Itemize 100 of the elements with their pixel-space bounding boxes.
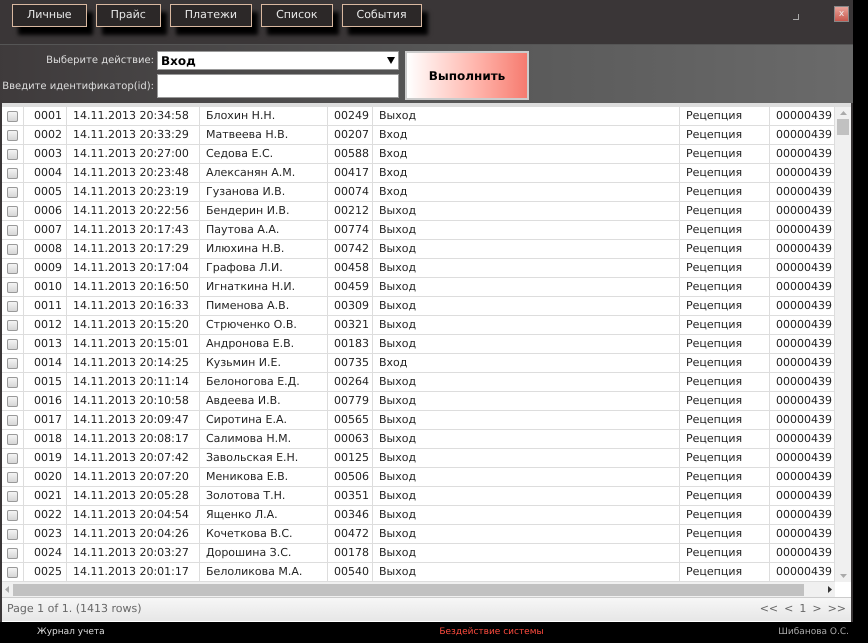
id-cell-text: 00000439 xyxy=(776,164,832,181)
id-cell-text: 00000439 xyxy=(776,316,832,333)
row-number-cell-text: 0006 xyxy=(34,202,62,219)
tab-button[interactable]: Платежи xyxy=(170,4,252,27)
tab-button[interactable]: Личные xyxy=(12,4,87,27)
row-checkbox[interactable] xyxy=(7,490,18,502)
location-cell-text: Рецепция xyxy=(686,222,742,238)
scroll-left-icon xyxy=(5,586,9,593)
row-checkbox[interactable] xyxy=(7,566,18,578)
row-number-cell-text: 0015 xyxy=(34,374,62,390)
row-checkbox[interactable] xyxy=(7,224,18,236)
row-checkbox[interactable] xyxy=(7,358,18,368)
action-cell-text: Вход xyxy=(379,146,408,162)
action-label: Выберите действие: xyxy=(45,54,154,68)
datetime-cell-text: 14.11.2013 20:23:48 xyxy=(73,164,189,181)
row-checkbox[interactable] xyxy=(7,130,18,140)
row-checkbox[interactable] xyxy=(7,472,18,482)
name-cell-text: Андронова Е.В. xyxy=(206,336,294,352)
datetime-cell-text: 14.11.2013 20:15:01 xyxy=(73,336,189,352)
row-number-cell-text: 0025 xyxy=(34,564,62,580)
row-checkbox[interactable] xyxy=(7,168,18,178)
tab-button[interactable]: События xyxy=(342,4,422,27)
id-cell-text: 00000439 xyxy=(776,240,832,257)
action-cell-text: Выход xyxy=(379,260,416,276)
dropdown-arrow-icon xyxy=(387,57,395,64)
code-cell-text: 00125 xyxy=(334,450,369,466)
row-checkbox[interactable] xyxy=(7,206,18,216)
resize-icon[interactable] xyxy=(793,14,799,20)
row-checkbox[interactable] xyxy=(7,186,18,198)
first-page-link[interactable]: << xyxy=(760,601,778,618)
row-number-cell-text: 0017 xyxy=(34,412,62,428)
scroll-down-icon xyxy=(840,574,846,578)
row-checkbox[interactable] xyxy=(7,338,18,350)
datetime-cell-text: 14.11.2013 20:09:47 xyxy=(73,412,189,428)
id-cell-text: 00000439 xyxy=(776,108,832,124)
row-checkbox[interactable] xyxy=(7,244,18,254)
row-checkbox[interactable] xyxy=(7,110,18,122)
row-checkbox[interactable] xyxy=(7,148,18,160)
row-checkbox[interactable] xyxy=(7,548,18,558)
datetime-cell-text: 14.11.2013 20:11:14 xyxy=(73,374,189,390)
row-checkbox[interactable] xyxy=(7,510,18,520)
row-checkbox[interactable] xyxy=(7,320,18,330)
id-cell-text: 00000439 xyxy=(776,222,832,238)
code-cell-text: 00264 xyxy=(334,374,369,390)
row-checkbox[interactable] xyxy=(7,376,18,388)
row-checkbox[interactable] xyxy=(7,414,18,426)
row-checkbox[interactable] xyxy=(7,396,18,406)
action-cell-text: Выход xyxy=(379,526,416,542)
row-checkbox[interactable] xyxy=(7,300,18,312)
row-checkbox[interactable] xyxy=(7,528,18,540)
horizontal-scrollbar[interactable] xyxy=(2,582,835,597)
code-cell-text: 00063 xyxy=(334,430,369,447)
name-cell-text: Кузьмин И.Е. xyxy=(206,354,281,371)
id-input-field[interactable] xyxy=(157,74,399,98)
next-page-link[interactable]: > xyxy=(812,601,822,618)
code-cell-text: 00779 xyxy=(334,392,369,409)
last-page-link[interactable]: >> xyxy=(828,601,846,618)
id-cell-text: 00000439 xyxy=(776,392,832,409)
location-cell-text: Рецепция xyxy=(686,430,742,447)
name-cell-text: Сиротина Е.А. xyxy=(206,412,287,428)
location-cell-text: Рецепция xyxy=(686,184,742,200)
tab-button[interactable]: Прайс xyxy=(96,4,161,27)
location-cell-text: Рецепция xyxy=(686,354,742,371)
row-number-cell-text: 0014 xyxy=(34,354,62,371)
datetime-cell-text: 14.11.2013 20:17:04 xyxy=(73,260,189,276)
name-cell-text: Блохин Н.Н. xyxy=(206,108,276,124)
row-number-cell-text: 0012 xyxy=(34,316,62,333)
code-cell-text: 00351 xyxy=(334,488,369,504)
scrollbar-thumb[interactable] xyxy=(837,119,849,135)
name-cell-text: Графова Л.И. xyxy=(206,260,283,276)
id-cell-text: 00000439 xyxy=(776,468,832,485)
datetime-cell-text: 14.11.2013 20:27:00 xyxy=(73,146,189,162)
id-cell-text: 00000439 xyxy=(776,354,832,371)
status-journal: Журнал учета xyxy=(37,626,105,639)
tab-button[interactable]: Список xyxy=(261,4,333,27)
code-cell-text: 00309 xyxy=(334,298,369,314)
action-dropdown[interactable]: Вход xyxy=(157,51,399,70)
code-cell-text: 00321 xyxy=(334,316,369,333)
row-checkbox[interactable] xyxy=(7,452,18,464)
vertical-scrollbar[interactable] xyxy=(835,107,851,582)
name-cell-text: Илюхина Н.В. xyxy=(206,240,284,257)
action-cell-text: Выход xyxy=(379,336,416,352)
scrollbar-thumb[interactable] xyxy=(13,584,804,596)
code-cell-text: 00074 xyxy=(334,184,369,200)
id-cell-text: 00000439 xyxy=(776,202,832,219)
code-cell-text: 00735 xyxy=(334,354,369,371)
datetime-cell-text: 14.11.2013 20:22:56 xyxy=(73,202,189,219)
row-checkbox[interactable] xyxy=(7,282,18,292)
page-number-link[interactable]: 1 xyxy=(799,601,806,618)
datetime-cell-text: 14.11.2013 20:07:42 xyxy=(73,450,189,466)
location-cell-text: Рецепция xyxy=(686,164,742,181)
row-checkbox[interactable] xyxy=(7,262,18,274)
action-cell-text: Выход xyxy=(379,222,416,238)
row-checkbox[interactable] xyxy=(7,434,18,444)
execute-button[interactable]: Выполнить xyxy=(405,51,529,100)
code-cell-text: 00459 xyxy=(334,278,369,295)
action-cell-text: Вход xyxy=(379,354,408,371)
scroll-up-icon xyxy=(840,111,846,115)
row-number-cell-text: 0009 xyxy=(34,260,62,276)
previous-page-link[interactable]: < xyxy=(784,601,794,618)
